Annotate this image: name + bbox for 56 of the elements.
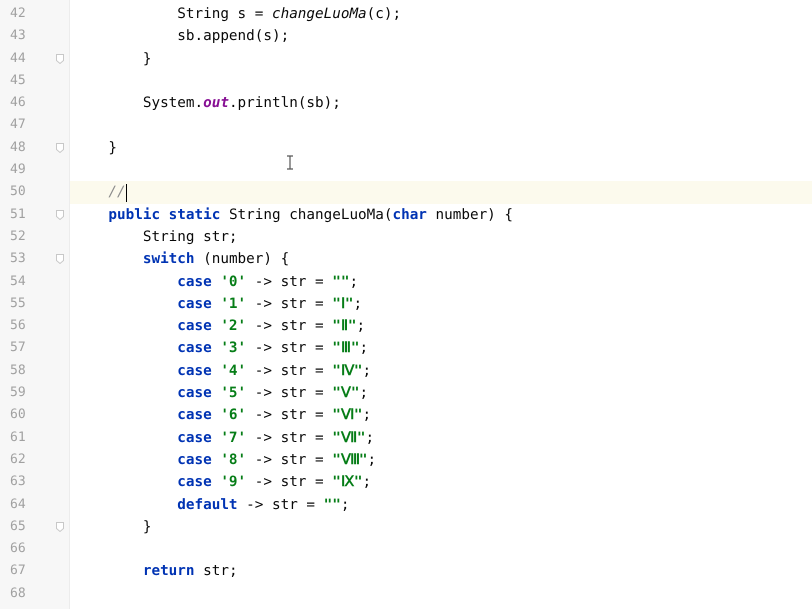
line-number: 44 bbox=[10, 50, 26, 66]
line-number: 63 bbox=[10, 474, 26, 490]
line-number: 46 bbox=[10, 95, 26, 110]
line-number: 45 bbox=[10, 72, 26, 88]
line-number: 55 bbox=[10, 296, 26, 311]
code-text: default -> str = ""; bbox=[176, 496, 350, 515]
code-text: System.out.println(sb); bbox=[142, 94, 341, 114]
code-text: case '2' -> str = "Ⅱ"; bbox=[176, 317, 366, 336]
line-number: 60 bbox=[10, 407, 26, 422]
line-number: 53 bbox=[10, 251, 26, 266]
line-number: 47 bbox=[10, 117, 26, 132]
code-text: case '7' -> str = "Ⅶ"; bbox=[176, 428, 374, 448]
line-number: 61 bbox=[10, 430, 26, 445]
line-number: 43 bbox=[10, 28, 26, 44]
code-text: case '8' -> str = "Ⅷ"; bbox=[176, 450, 376, 470]
code-text: case '9' -> str = "Ⅸ"; bbox=[176, 473, 372, 492]
fold-marker-icon[interactable] bbox=[56, 54, 64, 64]
line-number: 64 bbox=[10, 496, 26, 512]
line-number: 48 bbox=[10, 140, 26, 155]
text-cursor bbox=[126, 184, 128, 202]
code-text: switch (number) { bbox=[142, 250, 290, 270]
line-number: 50 bbox=[10, 184, 26, 200]
code-text: case '3' -> str = "Ⅲ"; bbox=[176, 339, 368, 358]
code-text: return str; bbox=[142, 562, 238, 582]
code-text: String str; bbox=[142, 228, 238, 247]
mouse-ibeam-cursor-icon bbox=[286, 155, 294, 170]
code-text: public static String changeLuoMa(char number) { bbox=[107, 206, 513, 225]
line-number: 51 bbox=[10, 206, 26, 222]
code-text: case '6' -> str = "Ⅵ"; bbox=[176, 406, 372, 426]
line-number: 49 bbox=[10, 162, 26, 178]
code-text: case '1' -> str = "Ⅰ"; bbox=[176, 294, 362, 314]
code-text: } bbox=[107, 138, 118, 158]
line-number: 67 bbox=[10, 563, 26, 578]
line-number: 59 bbox=[10, 385, 26, 400]
fold-marker-icon[interactable] bbox=[56, 142, 64, 153]
line-number: 52 bbox=[10, 228, 26, 244]
code-text: String s = changeLuoMa(c); bbox=[176, 5, 402, 24]
line-number: 58 bbox=[10, 362, 26, 378]
line-number: 57 bbox=[10, 340, 26, 356]
code-text: case '0' -> str = ""; bbox=[176, 272, 358, 292]
fold-marker-icon[interactable] bbox=[56, 522, 64, 532]
code-text: } bbox=[142, 518, 152, 537]
code-text: case '5' -> str = "Ⅴ"; bbox=[176, 384, 368, 404]
code-text: } bbox=[142, 50, 152, 69]
code-text: case '4' -> str = "Ⅳ"; bbox=[176, 362, 372, 381]
line-number: 68 bbox=[10, 586, 26, 601]
line-number: 54 bbox=[10, 274, 26, 289]
fold-marker-icon[interactable] bbox=[56, 210, 64, 220]
fold-marker-icon[interactable] bbox=[56, 254, 64, 264]
code-text: // bbox=[107, 183, 126, 202]
code-text: sb.append(s); bbox=[176, 27, 290, 46]
line-number: 66 bbox=[10, 541, 26, 556]
line-number: 42 bbox=[10, 6, 26, 21]
line-number: 65 bbox=[10, 518, 26, 534]
line-number: 56 bbox=[10, 318, 26, 334]
line-number: 62 bbox=[10, 452, 26, 467]
